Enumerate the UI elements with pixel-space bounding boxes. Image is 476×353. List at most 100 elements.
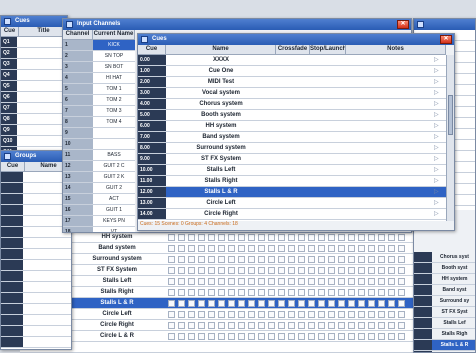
routing-checkbox[interactable] [368, 300, 375, 307]
channel-name[interactable]: SN TOP [93, 51, 135, 61]
routing-checkbox[interactable] [348, 300, 355, 307]
routing-checkbox[interactable] [338, 311, 345, 318]
routing-checkbox[interactable] [318, 311, 325, 318]
table-row[interactable] [1, 205, 71, 216]
routing-checkbox[interactable] [228, 300, 235, 307]
small-col-cue[interactable]: Cue [1, 27, 19, 37]
table-row[interactable] [1, 260, 71, 271]
routing-checkbox[interactable] [338, 333, 345, 340]
routing-checkbox[interactable] [388, 311, 395, 318]
routing-checkbox[interactable] [248, 234, 255, 241]
routing-checkbox[interactable] [188, 245, 195, 252]
routing-checkbox[interactable] [358, 245, 365, 252]
table-row[interactable]: 7.00 Band system ▷ [138, 132, 446, 143]
routing-checkbox[interactable] [248, 289, 255, 296]
routing-checkbox[interactable] [288, 245, 295, 252]
table-row[interactable]: 2.00 MIDI Test ▷ [138, 77, 446, 88]
table-row[interactable]: 9 [63, 128, 135, 139]
right-group-name[interactable]: Stalls Lef [432, 318, 475, 328]
routing-checkbox[interactable] [358, 267, 365, 274]
input-channels-titlebar[interactable]: Input Channels ✕ [63, 19, 411, 30]
right-group-name[interactable]: HH system [432, 274, 475, 284]
routing-checkbox[interactable] [368, 289, 375, 296]
channel-name[interactable]: BASS [93, 150, 135, 160]
cue-name-cell[interactable]: Chorus system [166, 99, 276, 109]
routing-checkbox[interactable] [288, 234, 295, 241]
routing-checkbox[interactable] [278, 278, 285, 285]
table-row[interactable]: Stalls L & R [20, 298, 476, 309]
table-row[interactable]: 12.00 Stalls L & R ▷ [138, 187, 446, 198]
routing-checkbox[interactable] [228, 322, 235, 329]
right-group-name[interactable]: ST FX Syst [432, 307, 475, 317]
list-item[interactable]: Booth syst [414, 263, 475, 274]
routing-checkbox[interactable] [328, 234, 335, 241]
routing-checkbox[interactable] [358, 278, 365, 285]
table-row[interactable]: 3.00 Vocal system ▷ [138, 88, 446, 99]
routing-checkbox[interactable] [288, 311, 295, 318]
channel-name[interactable]: VT [93, 227, 135, 232]
routing-checkbox[interactable] [328, 300, 335, 307]
routing-checkbox[interactable] [378, 267, 385, 274]
routing-checkbox[interactable] [318, 234, 325, 241]
routing-checkbox[interactable] [198, 300, 205, 307]
table-row[interactable]: 9.00 ST FX System ▷ [138, 154, 446, 165]
routing-checkbox[interactable] [398, 300, 405, 307]
routing-checkbox[interactable] [288, 333, 295, 340]
routing-checkbox[interactable] [268, 311, 275, 318]
routing-checkbox[interactable] [378, 278, 385, 285]
routing-checkbox[interactable] [298, 311, 305, 318]
table-row[interactable]: 11.00 Stalls Right ▷ [138, 176, 446, 187]
cues-col-notes[interactable]: Notes [346, 45, 446, 55]
table-row[interactable]: Stalls Right [20, 287, 476, 298]
groups-col-cue[interactable]: Cue [1, 162, 25, 172]
routing-checkbox[interactable] [288, 300, 295, 307]
routing-checkbox[interactable] [298, 278, 305, 285]
routing-checkbox[interactable] [258, 289, 265, 296]
routing-checkbox[interactable] [318, 278, 325, 285]
table-row[interactable] [1, 337, 71, 348]
list-item[interactable]: Stalls Righ [414, 329, 475, 340]
routing-checkbox[interactable] [208, 278, 215, 285]
routing-checkbox[interactable] [208, 256, 215, 263]
routing-checkbox[interactable] [278, 245, 285, 252]
cues-titlebar[interactable]: Cues ✕ [138, 34, 454, 45]
routing-checkbox[interactable] [328, 256, 335, 263]
routing-checkbox[interactable] [368, 333, 375, 340]
routing-checkbox[interactable] [178, 278, 185, 285]
routing-checkbox[interactable] [298, 333, 305, 340]
list-item[interactable]: Stalls Lef [414, 318, 475, 329]
routing-checkbox[interactable] [218, 300, 225, 307]
table-row[interactable] [1, 249, 71, 260]
routing-checkbox[interactable] [278, 256, 285, 263]
cue-name-cell[interactable]: Surround system [166, 143, 276, 153]
channel-name[interactable]: GUIT 2 [93, 183, 135, 193]
table-row[interactable]: Stalls Left [20, 276, 476, 287]
routing-checkbox[interactable] [298, 267, 305, 274]
routing-checkbox[interactable] [338, 245, 345, 252]
table-row[interactable]: 11 BASS [63, 150, 135, 161]
table-row[interactable]: 4.00 Chorus system ▷ [138, 99, 446, 110]
table-row[interactable]: 5 TOM 1 [63, 84, 135, 95]
right-list-titlebar[interactable] [414, 19, 475, 30]
routing-checkbox[interactable] [358, 300, 365, 307]
table-row[interactable] [1, 216, 71, 227]
routing-checkbox[interactable] [298, 300, 305, 307]
group-name-cell[interactable]: Circle L & R [72, 331, 162, 341]
routing-checkbox[interactable] [378, 234, 385, 241]
routing-checkbox[interactable] [378, 322, 385, 329]
routing-checkbox[interactable] [348, 245, 355, 252]
routing-checkbox[interactable] [308, 300, 315, 307]
routing-checkbox[interactable] [288, 289, 295, 296]
routing-checkbox[interactable] [218, 311, 225, 318]
routing-checkbox[interactable] [218, 267, 225, 274]
routing-checkbox[interactable] [188, 333, 195, 340]
group-name-cell[interactable]: ST FX System [72, 265, 162, 275]
list-item[interactable]: Q5 [1, 81, 67, 92]
input-col-channel[interactable]: Channel [63, 30, 93, 40]
table-row[interactable] [1, 194, 71, 205]
routing-checkbox[interactable] [308, 245, 315, 252]
routing-checkbox[interactable] [298, 322, 305, 329]
table-row[interactable]: Circle Right [20, 320, 476, 331]
routing-checkbox[interactable] [168, 234, 175, 241]
routing-checkbox[interactable] [198, 245, 205, 252]
